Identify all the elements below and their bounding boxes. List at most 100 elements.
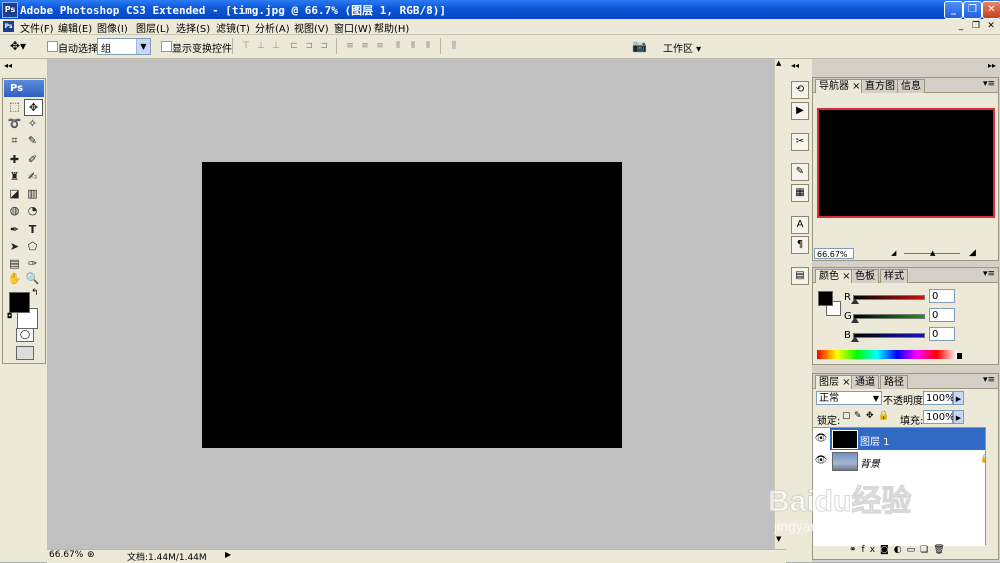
shape-tool-icon[interactable]: ⬠ <box>24 239 41 254</box>
history-brush-tool-icon[interactable]: ✍ <box>24 169 41 184</box>
panel-menu-icon[interactable]: ▾≡ <box>983 79 995 89</box>
eraser-tool-icon[interactable]: ◪ <box>6 186 23 201</box>
r-slider-thumb[interactable] <box>851 298 859 304</box>
foreground-color-swatch[interactable] <box>9 292 30 313</box>
screen-mode-icon[interactable] <box>16 346 34 360</box>
navigator-preview[interactable] <box>817 108 995 218</box>
gradient-tool-icon[interactable]: ▥ <box>24 186 41 201</box>
path-selection-tool-icon[interactable]: ➤ <box>6 239 23 254</box>
g-slider[interactable] <box>853 314 925 319</box>
align-bottom-icon[interactable]: ⊥ <box>270 41 282 52</box>
blend-mode-dropdown[interactable]: 正常 ▼ <box>816 391 882 405</box>
minimize-button[interactable]: _ <box>944 1 963 19</box>
tab-paths[interactable]: 路径 <box>880 375 908 389</box>
character-panel-icon[interactable]: A <box>791 216 809 234</box>
eye-icon[interactable]: 👁 <box>814 429 828 449</box>
auto-select-checkbox[interactable] <box>47 41 58 52</box>
g-slider-thumb[interactable] <box>851 317 859 323</box>
color-spectrum-bar[interactable] <box>817 350 957 359</box>
align-top-icon[interactable]: ⊤ <box>240 41 252 52</box>
image-canvas[interactable] <box>202 162 622 448</box>
dodge-tool-icon[interactable]: ◔ <box>24 203 41 218</box>
scroll-up-icon[interactable]: ▲ <box>776 59 781 67</box>
align-hcenter-icon[interactable]: ⊐ <box>303 41 315 52</box>
lock-transparent-icon[interactable]: ▢ <box>842 411 851 421</box>
opacity-arrow-icon[interactable]: ▶ <box>953 391 964 405</box>
move-tool-icon[interactable]: ✥ <box>24 99 43 116</box>
spectrum-black-swatch[interactable] <box>957 353 962 359</box>
link-layers-icon[interactable]: ⚭ <box>849 545 862 555</box>
doc-close-button[interactable]: ✕ <box>985 21 997 32</box>
crop-tool-icon[interactable]: ⌗ <box>6 133 23 148</box>
align-vcenter-icon[interactable]: ⊥ <box>255 41 267 52</box>
panel-menu-icon[interactable]: ▾≡ <box>983 375 995 385</box>
close-button[interactable]: ✕ <box>982 1 1000 19</box>
show-transform-checkbox[interactable] <box>161 41 172 52</box>
move-tool-preset-icon[interactable]: ✥▾ <box>10 39 26 53</box>
auto-select-dropdown[interactable]: 组 ▼ <box>97 38 151 55</box>
align-left-icon[interactable]: ⊏ <box>288 41 300 52</box>
g-value-field[interactable]: 0 <box>929 308 955 322</box>
layer-name[interactable]: 图层 1 <box>860 433 890 448</box>
restore-button[interactable]: ❐ <box>963 1 982 19</box>
panel-menu-icon[interactable]: ▾≡ <box>983 269 995 279</box>
menu-view[interactable]: 视图(V) <box>294 20 329 35</box>
menu-filter[interactable]: 滤镜(T) <box>216 20 250 35</box>
quick-mask-icon[interactable]: ◯ <box>16 328 34 342</box>
distribute-left-icon[interactable]: ⫴ <box>392 41 404 52</box>
notes-tool-icon[interactable]: ▤ <box>6 256 23 271</box>
document-icon[interactable]: Ps <box>3 21 14 32</box>
menu-select[interactable]: 选择(S) <box>176 20 210 35</box>
clone-stamp-tool-icon[interactable]: ♜ <box>6 169 23 184</box>
menu-image[interactable]: 图像(I) <box>97 20 128 35</box>
navigator-zoom-field[interactable]: 66.67% <box>814 248 854 259</box>
b-slider-thumb[interactable] <box>851 336 859 342</box>
menu-analysis[interactable]: 分析(A) <box>255 20 290 35</box>
menu-edit[interactable]: 编辑(E) <box>58 20 92 35</box>
status-menu-arrow-icon[interactable]: ▶ <box>225 550 231 559</box>
menu-help[interactable]: 帮助(H) <box>374 20 409 35</box>
tab-channels[interactable]: 通道 <box>851 375 879 389</box>
distribute-hcenter-icon[interactable]: ⫴ <box>407 41 419 52</box>
b-value-field[interactable]: 0 <box>929 327 955 341</box>
default-colors-icon[interactable]: ◘ <box>7 312 13 320</box>
pen-tool-icon[interactable]: ✒ <box>6 222 23 237</box>
trash-icon[interactable]: 🗑 <box>933 545 949 555</box>
tab-swatches[interactable]: 色板 <box>851 269 879 283</box>
brushes-panel-icon[interactable]: ✎ <box>791 163 809 181</box>
menu-layer[interactable]: 图层(L) <box>136 20 169 35</box>
layer-comps-panel-icon[interactable]: ▤ <box>791 267 809 285</box>
opacity-field[interactable]: 100% <box>923 391 955 405</box>
r-value-field[interactable]: 0 <box>929 289 955 303</box>
tab-color[interactable]: 颜色 × <box>815 269 855 283</box>
status-icon[interactable]: ⊛ <box>87 550 95 560</box>
new-group-icon[interactable]: ▭ <box>907 545 921 555</box>
fill-field[interactable]: 100% <box>923 410 955 424</box>
tab-info[interactable]: 信息 <box>897 79 925 93</box>
layer-row[interactable]: 背景 🔒 <box>830 450 993 472</box>
r-slider[interactable] <box>853 295 925 300</box>
workspace-button[interactable]: 工作区 ▾ <box>663 40 701 55</box>
camera-icon[interactable]: 📷 <box>632 39 647 53</box>
slice-tool-icon[interactable]: ✎ <box>24 133 41 148</box>
hand-tool-icon[interactable]: ✋ <box>6 271 23 286</box>
healing-brush-tool-icon[interactable]: ✚ <box>6 152 23 167</box>
zoom-slider-thumb-icon[interactable]: ▲ <box>930 249 935 257</box>
eyedropper-tool-icon[interactable]: ✑ <box>24 256 41 271</box>
marquee-tool-icon[interactable]: ⬚ <box>6 99 23 114</box>
magic-wand-tool-icon[interactable]: ✧ <box>24 116 41 131</box>
lock-all-icon[interactable]: 🔒 <box>878 411 889 421</box>
auto-align-icon[interactable]: ⫼ <box>448 41 460 52</box>
fx-icon[interactable]: fx <box>862 545 881 555</box>
clone-source-panel-icon[interactable]: ▦ <box>791 184 809 202</box>
eye-icon[interactable]: 👁 <box>814 451 828 471</box>
zoom-tool-icon[interactable]: 🔍 <box>24 271 41 286</box>
lock-image-icon[interactable]: ✎ <box>854 411 862 421</box>
zoom-in-icon[interactable]: ◢ <box>969 248 976 258</box>
b-slider[interactable] <box>853 333 925 338</box>
tab-layers[interactable]: 图层 × <box>815 375 855 389</box>
swap-colors-icon[interactable]: ↰ <box>31 288 39 298</box>
zoom-out-icon[interactable]: ◢ <box>891 249 896 257</box>
adjustment-layer-icon[interactable]: ◐ <box>894 545 907 555</box>
blur-tool-icon[interactable]: ◍ <box>6 203 23 218</box>
